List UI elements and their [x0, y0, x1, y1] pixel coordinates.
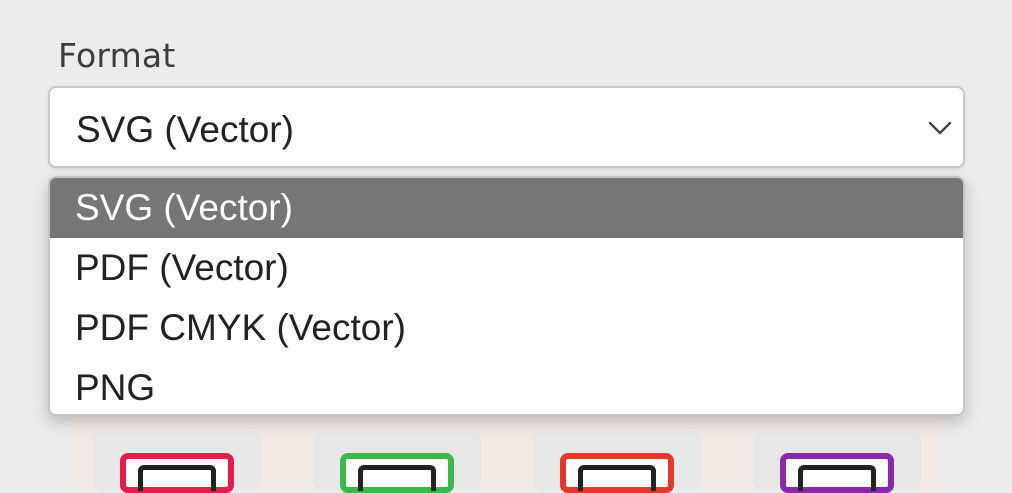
- format-select[interactable]: SVG (Vector): [48, 86, 965, 168]
- format-field-label: Format: [58, 36, 176, 75]
- chevron-down-icon[interactable]: [927, 112, 953, 142]
- format-option-svg[interactable]: SVG (Vector): [50, 178, 963, 238]
- format-dropdown-list: SVG (Vector) PDF (Vector) PDF CMYK (Vect…: [48, 176, 965, 416]
- format-option-png[interactable]: PNG: [50, 358, 963, 414]
- qr-style-icon: [120, 453, 234, 493]
- theme-card[interactable]: [93, 431, 261, 493]
- qr-style-icon: [560, 453, 674, 493]
- format-option-pdf-cmyk[interactable]: PDF CMYK (Vector): [50, 298, 963, 358]
- theme-card[interactable]: [313, 431, 481, 493]
- format-select-value: SVG (Vector): [76, 109, 294, 150]
- format-option-pdf[interactable]: PDF (Vector): [50, 238, 963, 298]
- qr-style-icon: [780, 453, 894, 493]
- theme-card[interactable]: [533, 431, 701, 493]
- theme-card[interactable]: [753, 431, 921, 493]
- qr-style-icon: [340, 453, 454, 493]
